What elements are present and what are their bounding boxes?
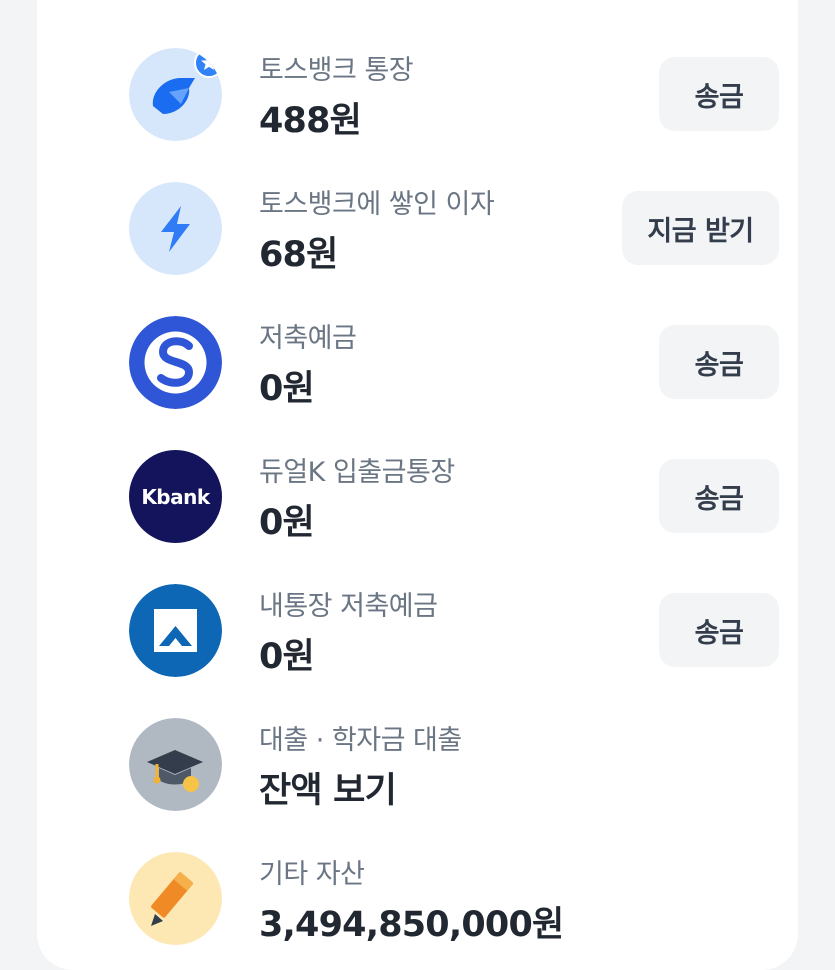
account-row-kbank[interactable]: Kbank 듀얼K 입출금통장 0원 송금 [129,450,779,546]
account-balance: 488원 [259,101,362,141]
account-label: 듀얼K 입출금통장 [259,457,455,488]
transfer-button[interactable]: 송금 [659,459,779,533]
account-label: 기타 자산 [259,859,365,890]
account-balance: 3,494,850,000원 [259,905,564,945]
toss-bank-icon [129,48,222,141]
account-label: 토스뱅크 통장 [259,55,414,86]
graduation-cap-icon [129,718,222,811]
shinhan-bank-icon [129,316,222,409]
transfer-button[interactable]: 송금 [659,57,779,131]
account-balance: 0원 [259,637,315,677]
account-balance: 0원 [259,503,315,543]
account-label: 대출 · 학자금 대출 [259,725,462,756]
lightning-icon [129,182,222,275]
account-row-interest[interactable]: 토스뱅크에 쌓인 이자 68원 지금 받기 [129,182,779,278]
account-label: 저축예금 [259,323,357,354]
transfer-button[interactable]: 송금 [659,325,779,399]
loan-view-balance[interactable]: 잔액 보기 [259,762,397,813]
transfer-button[interactable]: 송금 [659,593,779,667]
account-label: 토스뱅크에 쌓인 이자 [259,189,495,220]
account-row-tossbank[interactable]: 토스뱅크 통장 488원 송금 [129,48,779,144]
account-row-loan[interactable]: 대출 · 학자금 대출 잔액 보기 [129,718,779,814]
accounts-card: 토스뱅크 통장 488원 송금 토스뱅크에 쌓인 이자 68원 지금 받기 저축… [37,0,798,970]
account-row-savings[interactable]: 저축예금 0원 송금 [129,316,779,412]
star-badge-icon [194,48,222,78]
woori-bank-icon [129,584,222,677]
kbank-icon: Kbank [129,450,222,543]
account-balance: 0원 [259,369,315,409]
account-balance: 68원 [259,235,338,275]
pencil-icon [129,852,222,945]
account-row-other-assets[interactable]: 기타 자산 3,494,850,000원 [129,852,779,948]
kbank-logo-text: Kbank [141,484,210,509]
receive-now-button[interactable]: 지금 받기 [622,191,779,265]
account-row-woori[interactable]: 내통장 저축예금 0원 송금 [129,584,779,680]
account-label: 내통장 저축예금 [259,591,438,622]
